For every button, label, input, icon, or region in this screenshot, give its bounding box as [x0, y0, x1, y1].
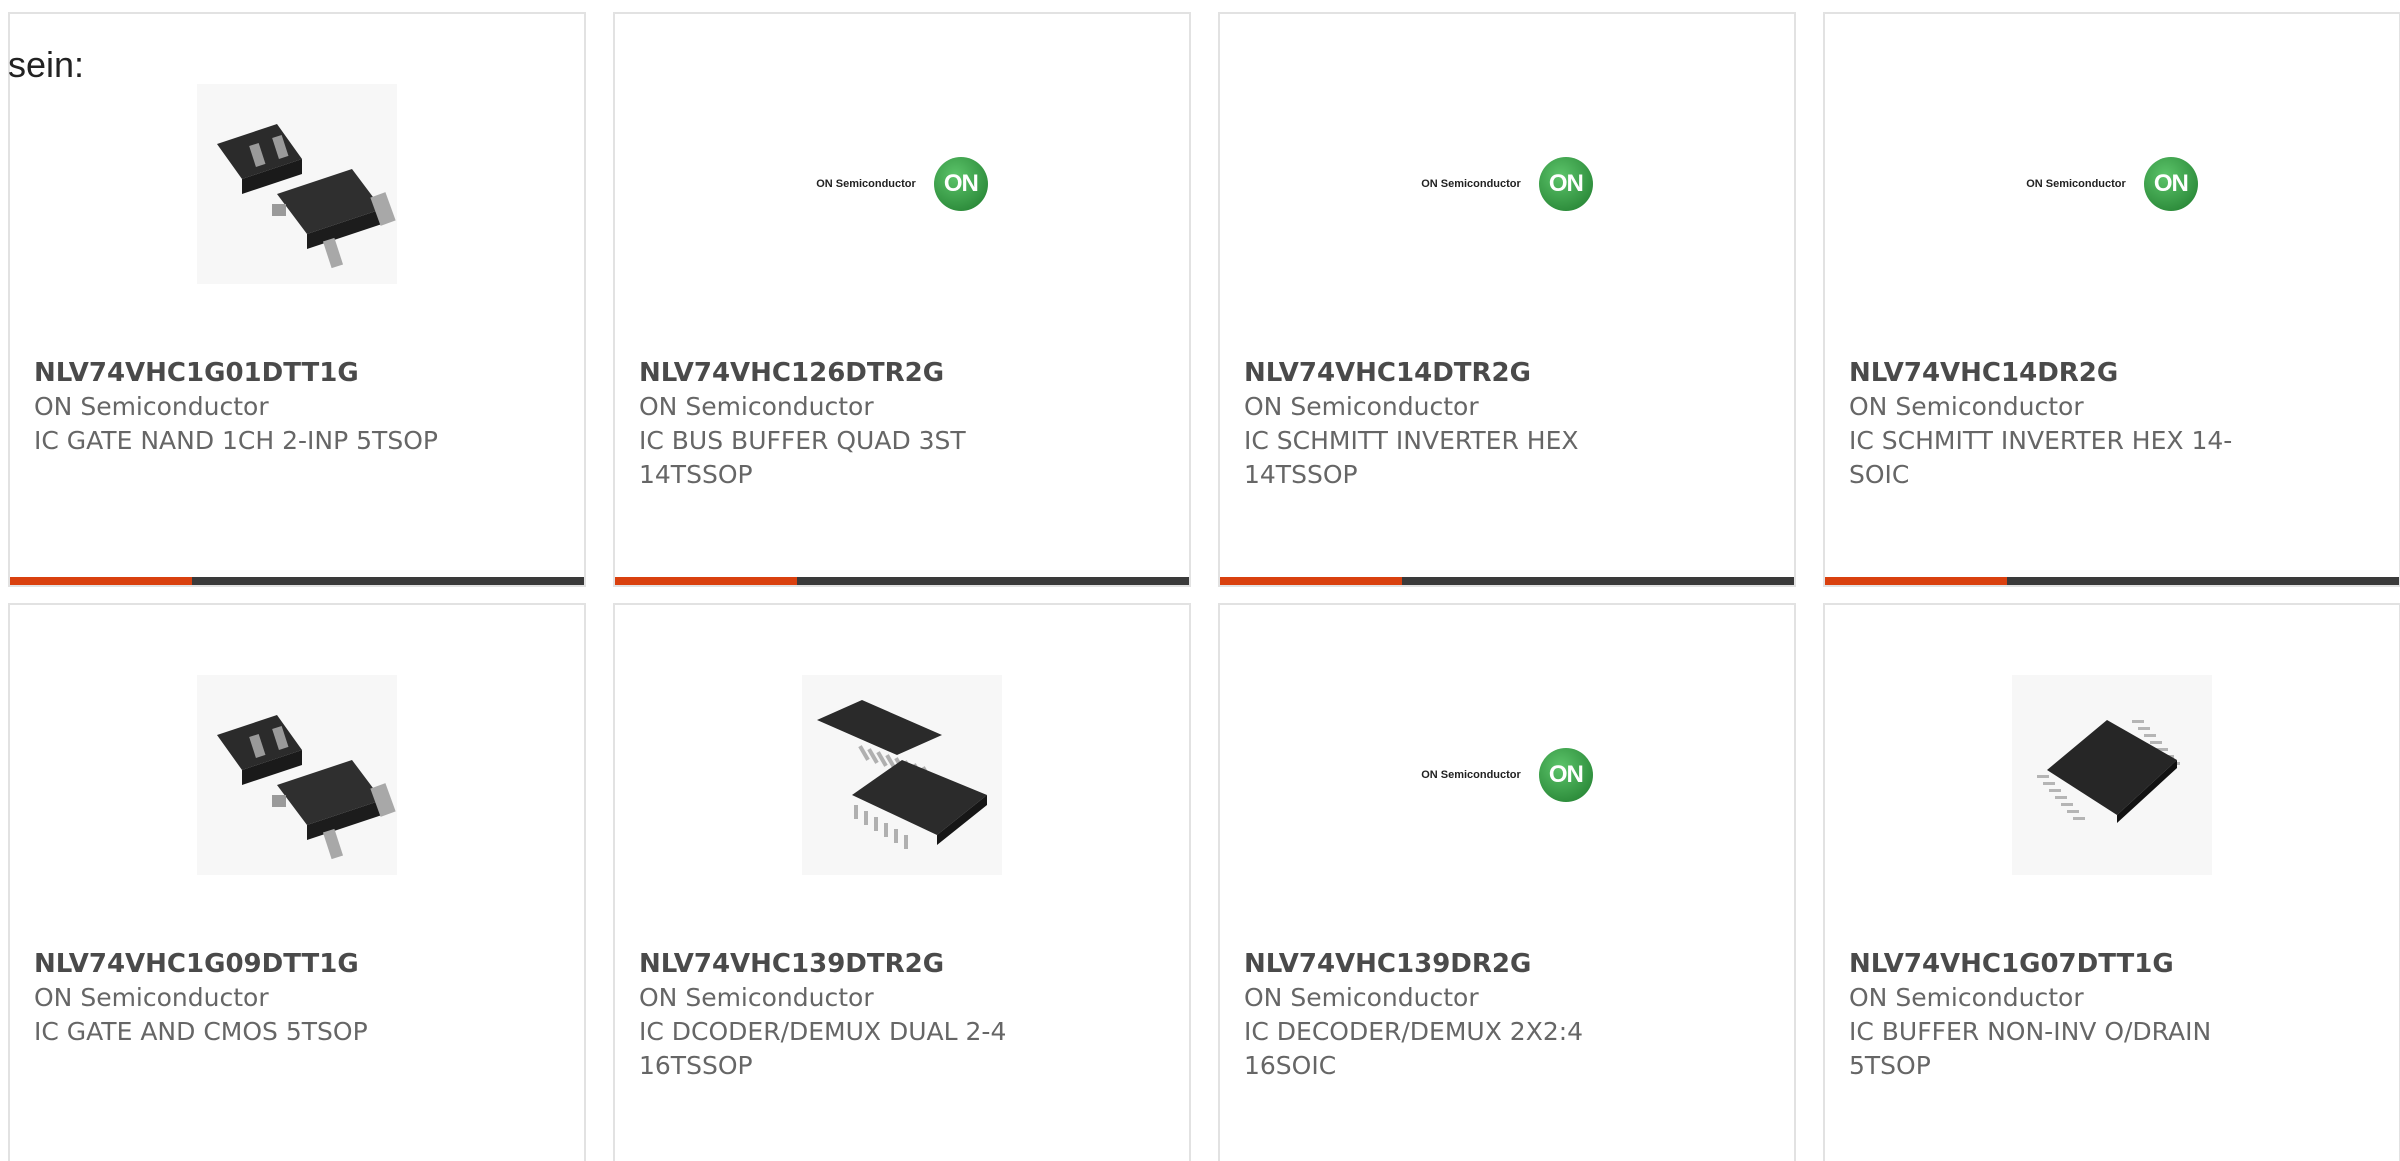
product-image[interactable] [197, 675, 397, 875]
product-card[interactable]: NLV74VHC1G07DTT1G ON Semiconductor IC BUFF… [1823, 603, 2400, 1161]
manufacturer-name: ON Semiconductor [639, 983, 874, 1012]
part-number-link[interactable]: NLV74VHC126DTR2G [639, 356, 1165, 390]
manufacturer-name: ON Semiconductor [639, 392, 874, 421]
product-info: NLV74VHC1G07DTT1G ON Semiconductor IC BUFF… [1849, 947, 2375, 1083]
product-info: NLV74VHC126DTR2G ON Semiconductor IC BUS B… [639, 356, 1165, 492]
product-description: IC SCHMITT INVERTER HEX 14-SOIC [1849, 426, 2233, 489]
card-footer-bar [10, 577, 584, 585]
card-footer-accent [615, 577, 797, 585]
card-footer-accent [10, 577, 192, 585]
card-footer-accent [1220, 577, 1402, 585]
product-description: IC GATE NAND 1CH 2-INP 5TSOP [34, 426, 438, 455]
on-semiconductor-logo: ON Semiconductor ON [1421, 748, 1593, 802]
on-semiconductor-logo: ON Semiconductor ON [816, 157, 988, 211]
manufacturer-name: ON Semiconductor [1244, 392, 1479, 421]
card-footer-bar [1220, 577, 1794, 585]
intro-text: sein: [8, 44, 85, 85]
product-description: IC BUS BUFFER QUAD 3ST 14TSSOP [639, 426, 966, 489]
part-number-link[interactable]: NLV74VHC14DTR2G [1244, 356, 1770, 390]
product-card[interactable]: ON Semiconductor ON NLV74VHC14DR2G ON Semic… [1823, 12, 2400, 587]
product-image[interactable] [802, 675, 1002, 875]
product-card[interactable]: NLV74VHC139DTR2G ON Semiconductor IC DCODE… [613, 603, 1191, 1161]
manufacturer-logo-image[interactable]: ON Semiconductor ON [1407, 675, 1607, 875]
on-semiconductor-logo: ON Semiconductor ON [2026, 157, 2198, 211]
product-description: IC BUFFER NON-INV O/DRAIN 5TSOP [1849, 1017, 2212, 1080]
product-info: NLV74VHC14DTR2G ON Semiconductor IC SCHMIT… [1244, 356, 1770, 492]
product-info: NLV74VHC1G01DTT1G ON Semiconductor IC GATE… [34, 356, 560, 458]
product-description: IC GATE AND CMOS 5TSOP [34, 1017, 368, 1046]
manufacturer-logo-image[interactable]: ON Semiconductor ON [1407, 84, 1607, 284]
manufacturer-logo-image[interactable]: ON Semiconductor ON [2012, 84, 2212, 284]
product-card[interactable]: ON Semiconductor ON NLV74VHC139DR2G ON Semi… [1218, 603, 1796, 1161]
part-number-link[interactable]: NLV74VHC1G09DTT1G [34, 947, 560, 981]
product-info: NLV74VHC139DR2G ON Semiconductor IC DECODE… [1244, 947, 1770, 1083]
product-description: IC SCHMITT INVERTER HEX 14TSSOP [1244, 426, 1579, 489]
card-footer-accent [1825, 577, 2007, 585]
part-number-link[interactable]: NLV74VHC14DR2G [1849, 356, 2375, 390]
product-card[interactable]: NLV74VHC1G09DTT1G ON Semiconductor IC GATE… [8, 603, 586, 1161]
manufacturer-name: ON Semiconductor [1849, 983, 2084, 1012]
manufacturer-name: ON Semiconductor [1244, 983, 1479, 1012]
product-info: NLV74VHC139DTR2G ON Semiconductor IC DCODE… [639, 947, 1165, 1083]
product-grid: NLV74VHC1G01DTT1G ON Semiconductor IC GATE… [8, 12, 2400, 1161]
product-image[interactable] [197, 84, 397, 284]
part-number-link[interactable]: NLV74VHC139DR2G [1244, 947, 1770, 981]
manufacturer-name: ON Semiconductor [1849, 392, 2084, 421]
manufacturer-logo-image[interactable]: ON Semiconductor ON [802, 84, 1002, 284]
part-number-link[interactable]: NLV74VHC1G01DTT1G [34, 356, 560, 390]
product-card[interactable]: NLV74VHC1G01DTT1G ON Semiconductor IC GATE… [8, 12, 586, 587]
manufacturer-name: ON Semiconductor [34, 983, 269, 1012]
manufacturer-name: ON Semiconductor [34, 392, 269, 421]
product-card[interactable]: ON Semiconductor ON NLV74VHC126DTR2G ON Sem… [613, 12, 1191, 587]
product-image[interactable] [2012, 675, 2212, 875]
part-number-link[interactable]: NLV74VHC1G07DTT1G [1849, 947, 2375, 981]
product-description: IC DECODER/DEMUX 2X2:4 16SOIC [1244, 1017, 1584, 1080]
product-info: NLV74VHC14DR2G ON Semiconductor IC SCHMITT… [1849, 356, 2375, 492]
product-info: NLV74VHC1G09DTT1G ON Semiconductor IC GATE… [34, 947, 560, 1049]
card-footer-bar [1825, 577, 2399, 585]
product-card[interactable]: ON Semiconductor ON NLV74VHC14DTR2G ON Semi… [1218, 12, 1796, 587]
on-semiconductor-logo: ON Semiconductor ON [1421, 157, 1593, 211]
product-description: IC DCODER/DEMUX DUAL 2-4 16TSSOP [639, 1017, 1007, 1080]
part-number-link[interactable]: NLV74VHC139DTR2G [639, 947, 1165, 981]
card-footer-bar [615, 577, 1189, 585]
